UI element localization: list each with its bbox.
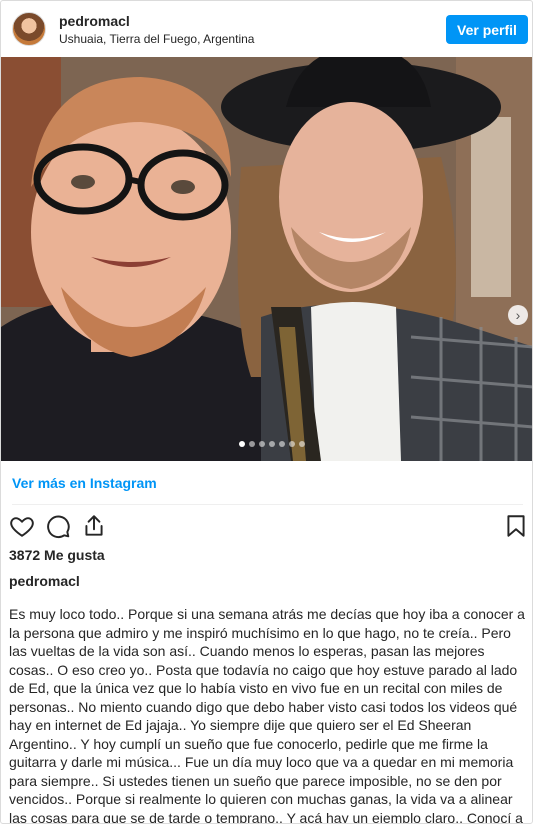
view-profile-button[interactable]: Ver perfil	[446, 15, 528, 44]
chevron-right-icon: ›	[515, 307, 521, 323]
post-embed: pedromacl Ushuaia, Tierra del Fuego, Arg…	[0, 0, 533, 824]
username[interactable]: pedromacl	[59, 13, 130, 29]
carousel-dot	[239, 441, 245, 447]
view-more-link[interactable]: Ver más en Instagram	[12, 475, 157, 491]
carousel-indicator	[239, 441, 305, 447]
action-bar	[1, 511, 532, 543]
next-photo-button[interactable]: ›	[508, 305, 528, 325]
caption-text: Es muy loco todo.. Porque si una semana …	[9, 606, 525, 824]
carousel-dot	[259, 441, 265, 447]
post-header: pedromacl Ushuaia, Tierra del Fuego, Arg…	[1, 1, 532, 57]
bookmark-icon[interactable]	[503, 513, 529, 539]
likes-count[interactable]: 3872 Me gusta	[9, 547, 105, 563]
post-photo[interactable]: ›	[1, 57, 532, 461]
carousel-dot	[289, 441, 295, 447]
carousel-dot	[269, 441, 275, 447]
photo-illustration	[1, 57, 532, 461]
caption-author[interactable]: pedromacl	[9, 573, 80, 589]
comment-icon[interactable]	[45, 513, 71, 539]
carousel-dot	[279, 441, 285, 447]
location[interactable]: Ushuaia, Tierra del Fuego, Argentina	[59, 32, 254, 46]
heart-icon[interactable]	[9, 513, 35, 539]
share-icon[interactable]	[81, 513, 107, 539]
divider	[12, 504, 523, 505]
carousel-dot	[249, 441, 255, 447]
avatar[interactable]	[12, 12, 46, 46]
carousel-dot	[299, 441, 305, 447]
